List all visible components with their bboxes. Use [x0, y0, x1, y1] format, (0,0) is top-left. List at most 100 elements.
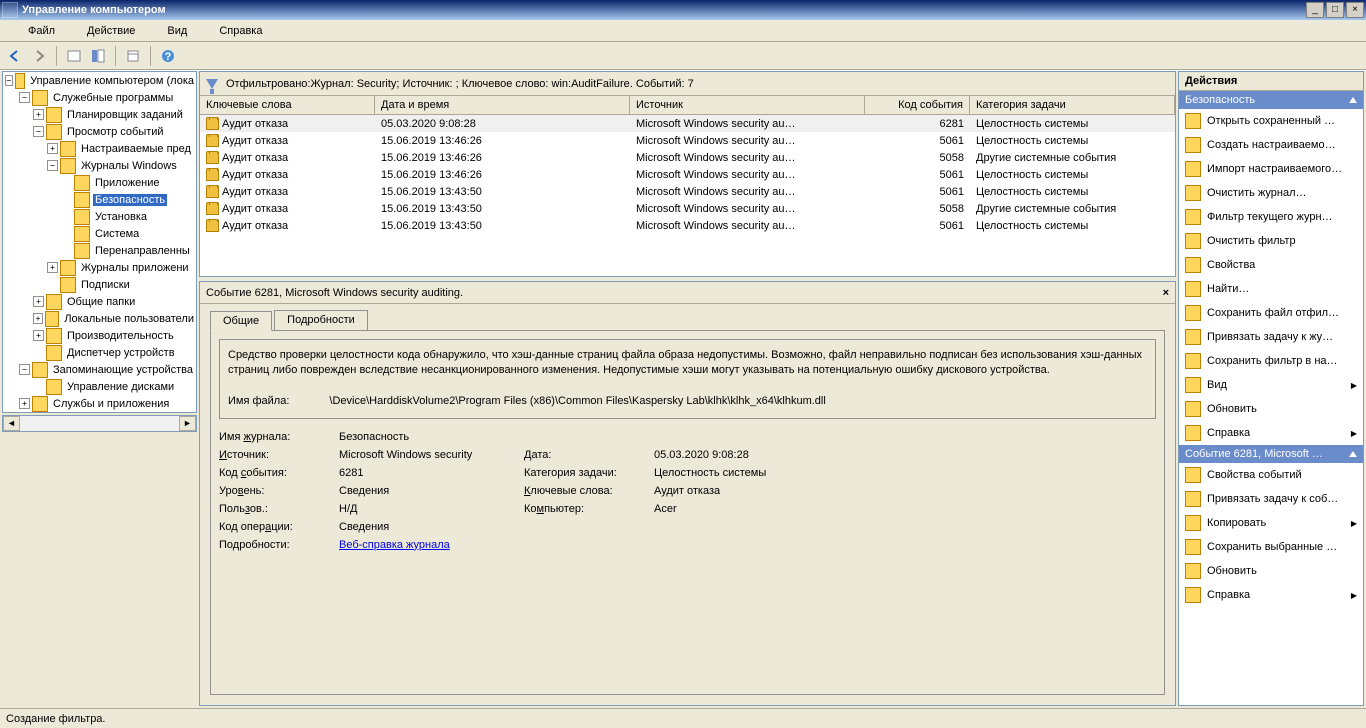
event-row[interactable]: Аудит отказа15.06.2019 13:43:50Microsoft…: [200, 217, 1175, 234]
tree-item-запоминающие-устройства[interactable]: −Запоминающие устройства: [3, 361, 196, 378]
expand-icon[interactable]: +: [47, 143, 58, 154]
event-row[interactable]: Аудит отказа05.03.2020 9:08:28Microsoft …: [200, 115, 1175, 132]
actions-section-security[interactable]: Безопасность: [1179, 91, 1363, 109]
devmgr-icon: [46, 345, 62, 361]
tree-item-перенаправленны[interactable]: Перенаправленны: [3, 242, 196, 259]
web-help-link[interactable]: Веб-справка журнала: [339, 539, 450, 551]
tree-item-управление-компьютером-(лока[interactable]: −Управление компьютером (лока: [3, 72, 196, 89]
tree-item-служебные-программы[interactable]: −Служебные программы: [3, 89, 196, 106]
scroll-left-button[interactable]: ◄: [3, 416, 20, 431]
collapse-icon[interactable]: −: [19, 364, 30, 375]
tree-item-подписки[interactable]: Подписки: [3, 276, 196, 293]
tree-item-производительность[interactable]: +Производительность: [3, 327, 196, 344]
collapse-icon[interactable]: −: [47, 160, 58, 171]
forward-button[interactable]: [28, 45, 50, 67]
minimize-button[interactable]: _: [1306, 2, 1324, 18]
collapse-icon[interactable]: −: [5, 75, 13, 86]
event-action-3[interactable]: Сохранить выбранные …: [1179, 535, 1363, 559]
tree-item-службы-и-приложения[interactable]: +Службы и приложения: [3, 395, 196, 412]
expand-icon[interactable]: +: [19, 398, 30, 409]
toolbar-btn-2[interactable]: [87, 45, 109, 67]
security-action-2[interactable]: Импорт настраиваемого…: [1179, 157, 1363, 181]
menu-action[interactable]: Действие: [75, 23, 147, 39]
event-row[interactable]: Аудит отказа15.06.2019 13:46:26Microsoft…: [200, 132, 1175, 149]
expand-icon[interactable]: +: [33, 296, 44, 307]
security-action-12[interactable]: Обновить: [1179, 397, 1363, 421]
tree-hscroll[interactable]: ◄ ►: [2, 415, 197, 432]
expand-icon[interactable]: +: [33, 330, 44, 341]
expand-icon[interactable]: +: [33, 109, 44, 120]
scroll-right-button[interactable]: ►: [179, 416, 196, 431]
security-action-4[interactable]: Фильтр текущего журн…: [1179, 205, 1363, 229]
menu-help[interactable]: Справка: [207, 23, 274, 39]
security-action-1[interactable]: Создать настраиваемо…: [1179, 133, 1363, 157]
toolbar-btn-3[interactable]: [122, 45, 144, 67]
event-action-4[interactable]: Обновить: [1179, 559, 1363, 583]
security-action-8[interactable]: Сохранить файл отфил…: [1179, 301, 1363, 325]
event-source: Microsoft Windows security au…: [630, 118, 865, 130]
tree-item-система[interactable]: Система: [3, 225, 196, 242]
action-label: Открыть сохраненный …: [1207, 115, 1357, 127]
tree-item-управление-дисками[interactable]: Управление дисками: [3, 378, 196, 395]
event-table[interactable]: Ключевые слова Дата и время Источник Код…: [200, 96, 1175, 276]
security-action-5[interactable]: Очистить фильтр: [1179, 229, 1363, 253]
collapse-icon[interactable]: −: [19, 92, 30, 103]
col-keywords[interactable]: Ключевые слова: [200, 96, 375, 114]
tree-item-планировщик-заданий[interactable]: +Планировщик заданий: [3, 106, 196, 123]
tab-general[interactable]: Общие: [210, 311, 272, 331]
expander-blank: [61, 228, 72, 239]
toolbar-btn-1[interactable]: [63, 45, 85, 67]
event-row[interactable]: Аудит отказа15.06.2019 13:43:50Microsoft…: [200, 200, 1175, 217]
tree-pane[interactable]: −Управление компьютером (лока−Служебные …: [2, 71, 197, 413]
event-row[interactable]: Аудит отказа15.06.2019 13:43:50Microsoft…: [200, 183, 1175, 200]
col-datetime[interactable]: Дата и время: [375, 96, 630, 114]
tree-item-безопасность[interactable]: Безопасность: [3, 191, 196, 208]
security-action-13[interactable]: Справка▶: [1179, 421, 1363, 445]
action-icon: [1185, 185, 1201, 201]
chevron-up-icon: [1349, 97, 1357, 103]
tree-item-установка[interactable]: Установка: [3, 208, 196, 225]
action-label: Свойства: [1207, 259, 1357, 271]
expand-icon[interactable]: +: [33, 313, 43, 324]
event-action-2[interactable]: Копировать▶: [1179, 511, 1363, 535]
tree-item-журналы-windows[interactable]: −Журналы Windows: [3, 157, 196, 174]
tree-item-приложение[interactable]: Приложение: [3, 174, 196, 191]
help-button[interactable]: ?: [157, 45, 179, 67]
back-button[interactable]: [4, 45, 26, 67]
tree-item-общие-папки[interactable]: +Общие папки: [3, 293, 196, 310]
actions-section-event[interactable]: Событие 6281, Microsoft …: [1179, 445, 1363, 463]
detail-close-button[interactable]: ×: [1163, 287, 1169, 299]
filter-icon: [206, 79, 218, 89]
security-action-3[interactable]: Очистить журнал…: [1179, 181, 1363, 205]
col-category[interactable]: Категория задачи: [970, 96, 1175, 114]
tree-item-настраиваемые-пред[interactable]: +Настраиваемые пред: [3, 140, 196, 157]
security-action-0[interactable]: Открыть сохраненный …: [1179, 109, 1363, 133]
security-action-10[interactable]: Сохранить фильтр в на…: [1179, 349, 1363, 373]
security-action-9[interactable]: Привязать задачу к жу…: [1179, 325, 1363, 349]
security-action-11[interactable]: Вид▶: [1179, 373, 1363, 397]
tree-item-журналы-приложени[interactable]: +Журналы приложени: [3, 259, 196, 276]
tree-item-просмотр-событий[interactable]: −Просмотр событий: [3, 123, 196, 140]
close-button[interactable]: ×: [1346, 2, 1364, 18]
event-action-1[interactable]: Привязать задачу к соб…: [1179, 487, 1363, 511]
col-source[interactable]: Источник: [630, 96, 865, 114]
event-row[interactable]: Аудит отказа15.06.2019 13:46:26Microsoft…: [200, 166, 1175, 183]
prop-id-label: Код события:: [219, 467, 339, 479]
expand-icon[interactable]: +: [47, 262, 58, 273]
prop-comp-value: Acer: [654, 503, 1156, 515]
collapse-icon[interactable]: −: [33, 126, 44, 137]
maximize-button[interactable]: □: [1326, 2, 1344, 18]
col-event-id[interactable]: Код события: [865, 96, 970, 114]
tab-details[interactable]: Подробности: [274, 310, 368, 330]
security-action-6[interactable]: Свойства: [1179, 253, 1363, 277]
event-action-5[interactable]: Справка▶: [1179, 583, 1363, 607]
tree-item-локальные-пользователи[interactable]: +Локальные пользователи: [3, 310, 196, 327]
security-action-7[interactable]: Найти…: [1179, 277, 1363, 301]
event-row[interactable]: Аудит отказа15.06.2019 13:46:26Microsoft…: [200, 149, 1175, 166]
menu-view[interactable]: Вид: [155, 23, 199, 39]
tree-item-диспетчер-устройств[interactable]: Диспетчер устройств: [3, 344, 196, 361]
action-label: Вид: [1207, 379, 1345, 391]
tree-item-label: Приложение: [93, 177, 162, 189]
event-action-0[interactable]: Свойства событий: [1179, 463, 1363, 487]
menu-file[interactable]: Файл: [4, 23, 67, 39]
